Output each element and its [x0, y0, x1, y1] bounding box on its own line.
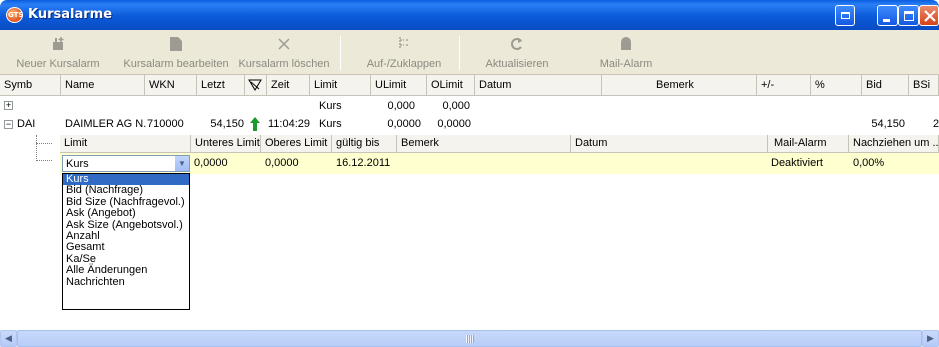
table-row[interactable]: − DAI DAIMLER AG N. 710000 54,150 11:04:… — [0, 115, 939, 133]
table-row[interactable]: + Kurs 0,000 0,000 — [0, 97, 939, 115]
datum-cell[interactable] — [575, 153, 765, 171]
column-header-bemerk[interactable]: Bemerk — [602, 75, 757, 95]
column-header-letzt[interactable]: Letzt — [197, 75, 245, 95]
dropdown-option[interactable]: Alle Änderungen — [63, 264, 189, 276]
new-alarm-button[interactable]: Neuer Kursalarm — [8, 30, 108, 75]
column-header-wkn[interactable]: WKN — [145, 75, 197, 95]
collapse-row-icon[interactable]: − — [4, 120, 13, 129]
new-alarm-icon — [53, 37, 64, 50]
column-header-datum[interactable]: Datum — [475, 75, 602, 95]
expand-icon[interactable]: + — [4, 101, 13, 110]
mail-alarm-button[interactable]: Mail-Alarm — [590, 30, 662, 75]
limit-cell: Kurs — [319, 100, 342, 112]
column-header-bsi[interactable]: BSi — [909, 75, 939, 95]
olimit-cell: 0,000 — [442, 100, 470, 112]
horizontal-scrollbar[interactable]: ◀ ▶ — [0, 330, 939, 347]
restore-window-icon[interactable] — [835, 5, 855, 26]
trailing-cell[interactable]: 0,00% — [853, 153, 937, 171]
lower-limit-cell[interactable]: 0,0000 — [194, 153, 260, 171]
edit-alarm-icon — [170, 37, 182, 51]
tree-connector — [36, 160, 52, 161]
scrollbar-thumb[interactable] — [17, 330, 922, 347]
maximize-button[interactable] — [898, 5, 919, 26]
column-header-limit[interactable]: Limit — [310, 75, 371, 95]
column-header-zeit[interactable]: Zeit — [267, 75, 310, 95]
bemerk-cell[interactable] — [401, 153, 569, 171]
alarm-detail-header: Limit Unteres Limit Oberes Limit gültig … — [60, 135, 939, 153]
limit-type-dropdown[interactable]: Kurs Bid (Nachfrage) Bid Size (Nachfrage… — [62, 173, 190, 310]
sub-column-valid-until[interactable]: gültig bis — [332, 135, 397, 153]
column-header-olimit[interactable]: OLimit — [427, 75, 475, 95]
toolbar-separator — [340, 36, 341, 70]
olimit-cell: 0,0000 — [437, 118, 471, 130]
alarm-detail-row[interactable]: 0,0000 0,0000 16.12.2011 Deaktiviert 0,0… — [60, 153, 939, 174]
scroll-right-icon[interactable]: ▶ — [922, 330, 939, 347]
grid-header: Symb Name WKN Letzt Zeit Limit ULimit OL… — [0, 75, 939, 96]
wkn-cell: 710000 — [147, 118, 184, 130]
close-icon — [924, 10, 936, 22]
collapse-icon — [399, 37, 409, 49]
grip-icon — [465, 335, 474, 343]
time-cell: 11:04:29 — [268, 118, 311, 130]
edit-alarm-button[interactable]: Kursalarm bearbeiten — [120, 30, 232, 75]
column-header-symb[interactable]: Symb — [0, 75, 61, 95]
upper-limit-cell[interactable]: 0,0000 — [265, 153, 331, 171]
last-price-cell: 54,150 — [210, 118, 244, 130]
collapse-button[interactable]: Auf-/Zuklappen — [358, 30, 450, 75]
sub-column-trailing[interactable]: Nachziehen um ... — [849, 135, 939, 153]
minimize-button[interactable] — [877, 5, 898, 26]
sub-column-datum[interactable]: Datum — [571, 135, 768, 153]
ulimit-cell: 0,000 — [387, 100, 415, 112]
app-logo-icon: GTS — [6, 7, 23, 23]
sub-column-upper-limit[interactable]: Oberes Limit — [261, 135, 332, 153]
symbol-cell: DAI — [17, 118, 36, 130]
delete-icon — [278, 38, 290, 50]
mail-alarm-cell[interactable]: Deaktiviert — [771, 153, 847, 171]
column-header-bid[interactable]: Bid — [862, 75, 909, 95]
bid-cell: 54,150 — [871, 118, 905, 130]
tree-connector — [36, 143, 52, 144]
ulimit-cell: 0,0000 — [387, 118, 421, 130]
limit-type-select[interactable]: Kurs ▼ — [62, 155, 190, 172]
refresh-icon — [511, 38, 522, 50]
name-cell: DAIMLER AG N. — [65, 118, 147, 130]
mail-alarm-icon — [621, 37, 631, 50]
refresh-button[interactable]: Aktualisieren — [476, 30, 558, 75]
trend-delta-icon — [248, 79, 262, 91]
column-header-name[interactable]: Name — [61, 75, 145, 95]
valid-until-cell[interactable]: 16.12.2011 — [336, 153, 396, 171]
close-button[interactable] — [919, 5, 939, 26]
tree-connector — [36, 135, 37, 161]
trend-up-icon — [250, 117, 260, 131]
sub-column-lower-limit[interactable]: Unteres Limit — [191, 135, 261, 153]
sub-column-limit[interactable]: Limit — [60, 135, 191, 153]
title-bar: GTS Kursalarme — [0, 0, 939, 30]
window-title: Kursalarme — [28, 7, 113, 22]
column-header-change[interactable]: +/- — [757, 75, 811, 95]
dropdown-option[interactable]: Nachrichten — [63, 276, 189, 288]
limit-cell: Kurs — [319, 118, 342, 130]
toolbar: Neuer Kursalarm Kursalarm bearbeiten Kur… — [0, 30, 939, 75]
chevron-down-icon[interactable]: ▼ — [174, 156, 189, 171]
sub-column-bemerk[interactable]: Bemerk — [397, 135, 571, 153]
scroll-left-icon[interactable]: ◀ — [0, 330, 17, 347]
column-header-trend[interactable] — [245, 75, 267, 95]
bid-size-cell: 2 — [933, 118, 939, 130]
dropdown-option[interactable]: Ask (Angebot) — [63, 207, 189, 219]
sub-column-mail-alarm[interactable]: Mail-Alarm — [768, 135, 849, 153]
delete-alarm-button[interactable]: Kursalarm löschen — [236, 30, 332, 75]
toolbar-separator — [459, 36, 460, 70]
column-header-ulimit[interactable]: ULimit — [371, 75, 427, 95]
limit-type-value: Kurs — [66, 158, 89, 170]
column-header-percent[interactable]: % — [811, 75, 862, 95]
